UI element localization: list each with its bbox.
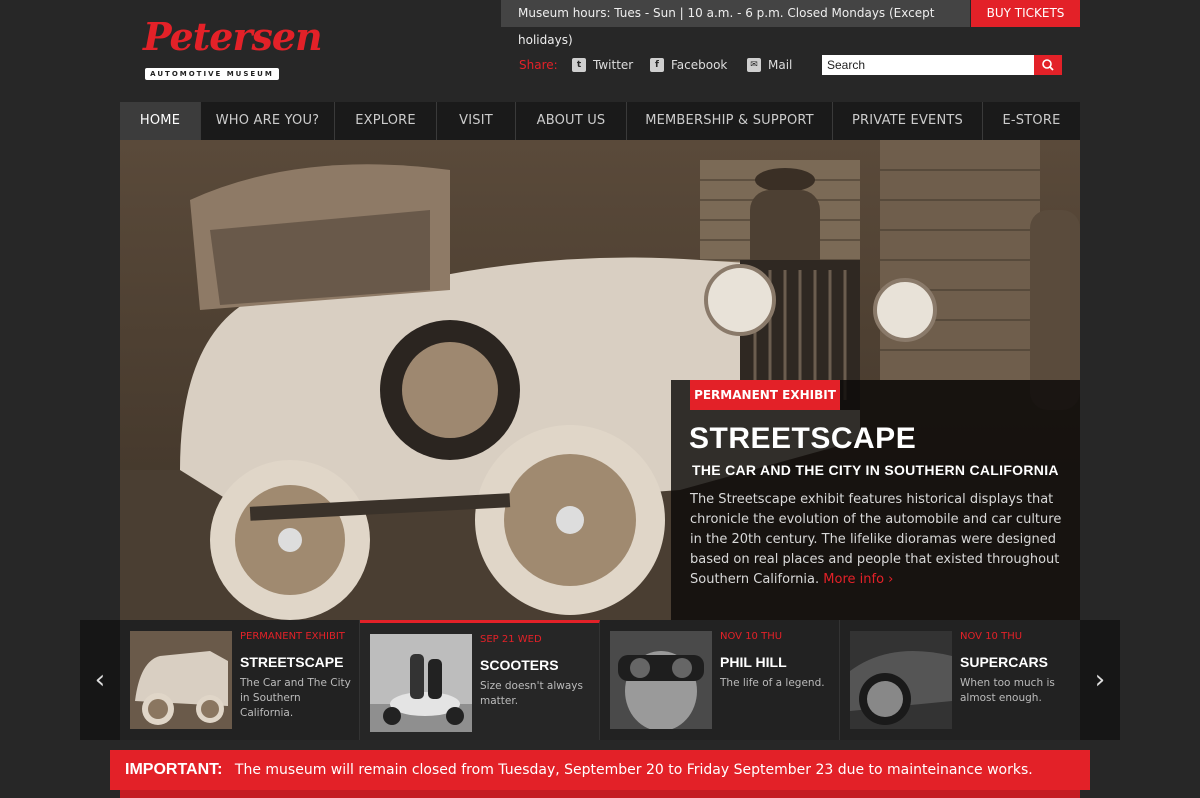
main-nav: HOME WHO ARE YOU? EXPLORE VISIT ABOUT US… [120,102,1080,140]
hero-banner: PERMANENT EXHIBIT STREETSCAPE THE CAR AN… [120,140,1080,620]
card-title: STREETSCAPE [240,654,344,670]
search-input[interactable] [822,55,1034,75]
mail-icon: ✉ [747,58,761,72]
streetscape-thumbnail [130,631,232,729]
facebook-icon: f [650,58,664,72]
carousel-card-supercars[interactable]: NOV 10 THU SUPERCARS When too much is al… [840,620,1080,740]
share-facebook[interactable]: f Facebook [650,57,727,73]
card-date: SEP 21 WED [480,634,542,645]
card-date: NOV 10 THU [960,631,1023,642]
notice-label: IMPORTANT: [125,761,223,778]
card-description: When too much is almost enough. [960,677,1055,704]
nav-private-events[interactable]: PRIVATE EVENTS [833,102,983,140]
nav-explore[interactable]: EXPLORE [335,102,437,140]
notice-footer-strip [120,790,1080,798]
buy-tickets-button[interactable]: BUY TICKETS [971,0,1080,27]
scooters-thumbnail [370,634,472,732]
share-twitter[interactable]: t Twitter [572,57,633,73]
exhibit-description: The Streetscape exhibit features histori… [690,490,1065,590]
share-facebook-label: Facebook [671,58,728,72]
nav-visit[interactable]: VISIT [437,102,516,140]
exhibit-title: STREETSCAPE [689,422,917,455]
share-mail-label: Mail [768,58,793,72]
card-date: NOV 10 THU [720,631,783,642]
logo-wordmark: Petersen [143,14,323,59]
exhibit-tag: PERMANENT EXHIBIT [690,380,840,410]
nav-about-us[interactable]: ABOUT US [516,102,627,140]
more-info-link[interactable]: More info › [823,572,893,587]
featured-exhibit-panel: PERMANENT EXHIBIT STREETSCAPE THE CAR AN… [671,380,1080,620]
card-description: The life of a legend. [720,677,825,689]
nav-membership-support[interactable]: MEMBERSHIP & SUPPORT [627,102,833,140]
card-description: The Car and The City in Southern Califor… [240,677,351,719]
share-twitter-label: Twitter [593,58,634,72]
exhibit-carousel: ‹ PERMANENT EXHIBIT STREETSCAPE The Car … [80,620,1120,740]
phil-hill-thumbnail [610,631,712,729]
card-title: SCOOTERS [480,657,559,673]
carousel-card-streetscape[interactable]: PERMANENT EXHIBIT STREETSCAPE The Car an… [120,620,360,740]
museum-hours: Museum hours: Tues - Sun | 10 a.m. - 6 p… [501,0,970,47]
nav-home[interactable]: HOME [120,102,201,140]
search-button[interactable] [1034,55,1062,75]
notice-text: The museum will remain closed from Tuesd… [234,762,1033,778]
nav-e-store[interactable]: E-STORE [983,102,1080,140]
search-icon [1042,59,1054,71]
share-label: Share: [519,58,558,72]
nav-who-are-you[interactable]: WHO ARE YOU? [201,102,335,140]
share-mail[interactable]: ✉ Mail [747,57,792,73]
carousel-card-phil-hill[interactable]: NOV 10 THU PHIL HILL The life of a legen… [600,620,840,740]
important-notice: IMPORTANT: The museum will remain closed… [110,750,1090,790]
card-title: PHIL HILL [720,654,787,670]
logo-subtitle: AUTOMOTIVE MUSEUM [150,70,274,78]
card-date: PERMANENT EXHIBIT [240,631,345,642]
card-title: SUPERCARS [960,654,1048,670]
exhibit-subtitle: THE CAR AND THE CITY IN SOUTHERN CALIFOR… [692,462,1059,478]
supercars-thumbnail [850,631,952,729]
carousel-prev-button[interactable]: ‹ [80,620,120,740]
carousel-card-scooters[interactable]: SEP 21 WED SCOOTERS Size doesn't always … [360,620,600,740]
twitter-icon: t [572,58,586,72]
carousel-next-button[interactable]: › [1080,620,1120,740]
card-description: Size doesn't always matter. [480,680,583,707]
petersen-logo[interactable]: Petersen AUTOMOTIVE MUSEUM [143,12,323,82]
